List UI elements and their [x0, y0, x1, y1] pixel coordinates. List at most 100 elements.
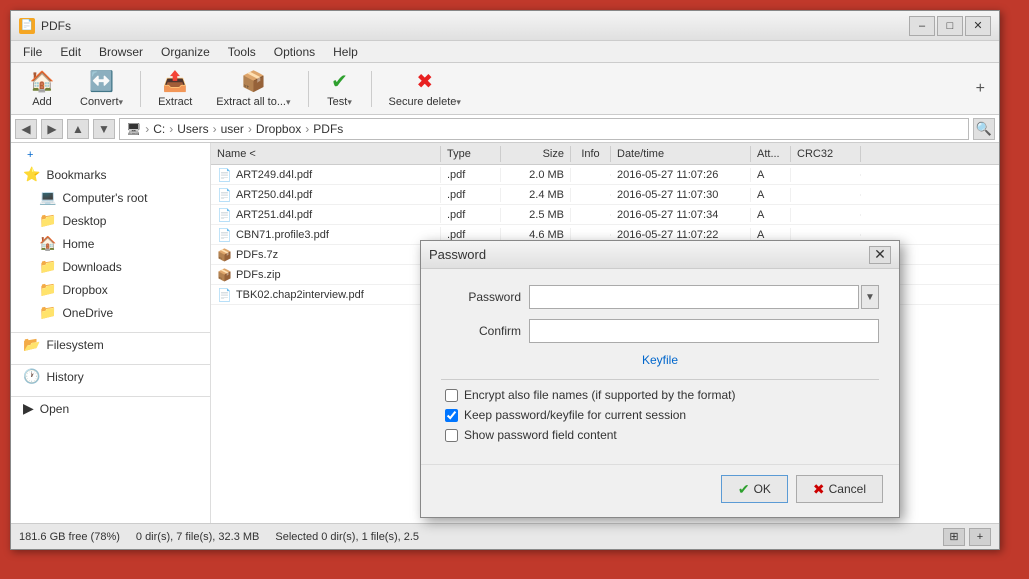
bookmarks-label: Bookmarks	[46, 168, 202, 182]
app-icon: 📄	[19, 18, 35, 34]
toolbar-sep-1	[140, 71, 141, 107]
menu-organize[interactable]: Organize	[153, 43, 218, 61]
password-dropdown-button[interactable]: ▼	[861, 285, 879, 309]
encrypt-names-label[interactable]: Encrypt also file names (if supported by…	[464, 388, 735, 402]
encrypt-names-checkbox[interactable]	[445, 389, 458, 402]
address-path[interactable]: 🖥 › C: › Users › user › Dropbox › PDFs	[119, 118, 969, 140]
convert-icon: ↔️	[89, 69, 114, 94]
dropbox-icon: 📁	[39, 281, 56, 298]
file-cell-size: 2.4 MB	[501, 188, 571, 202]
status-disk: 181.6 GB free (78%)	[19, 531, 120, 543]
extract-all-button[interactable]: 📦 Extract all to... ▾	[205, 67, 301, 111]
toolbar-add-more-button[interactable]: +	[968, 76, 993, 102]
file-type-icon: 📄	[217, 228, 232, 242]
show-password-checkbox[interactable]	[445, 429, 458, 442]
keep-password-checkbox[interactable]	[445, 409, 458, 422]
close-button[interactable]: ✕	[965, 16, 991, 36]
back-button[interactable]: ◀	[15, 119, 37, 139]
menu-browser[interactable]: Browser	[91, 43, 151, 61]
file-cell-datetime: 2016-05-27 11:07:26	[611, 168, 751, 182]
convert-arrow-icon: ▾	[119, 97, 124, 108]
password-input[interactable]	[529, 285, 859, 309]
path-dropbox: Dropbox	[256, 122, 301, 136]
sidebar-item-home[interactable]: 🏠 Home	[11, 232, 210, 255]
path-sep-4: ›	[248, 122, 252, 136]
file-type-icon: 📄	[217, 168, 232, 182]
keyfile-link[interactable]: Keyfile	[642, 353, 678, 367]
file-name: CBN71.profile3.pdf	[236, 229, 329, 241]
menu-options[interactable]: Options	[266, 43, 323, 61]
col-header-crc[interactable]: CRC32	[791, 146, 861, 162]
sidebar-add-button[interactable]: +	[19, 147, 210, 163]
menu-file[interactable]: File	[15, 43, 50, 61]
maximize-button[interactable]: □	[937, 16, 963, 36]
sidebar-item-history[interactable]: 🕐 History	[11, 365, 210, 388]
secure-delete-arrow-icon: ▾	[456, 97, 461, 108]
test-button[interactable]: ✔ Test ▾	[315, 67, 365, 111]
file-cell-att: A	[751, 188, 791, 202]
menu-tools[interactable]: Tools	[220, 43, 264, 61]
sidebar-item-computer-root[interactable]: 💻 Computer's root	[11, 186, 210, 209]
show-password-label[interactable]: Show password field content	[464, 428, 617, 442]
path-users: Users	[177, 122, 208, 136]
sidebar-item-bookmarks[interactable]: ⭐ Bookmarks	[11, 163, 210, 186]
col-header-att[interactable]: Att...	[751, 146, 791, 162]
confirm-input[interactable]	[529, 319, 879, 343]
forward-button[interactable]: ▶	[41, 119, 63, 139]
open-label: Open	[40, 402, 202, 416]
filesystem-label: Filesystem	[46, 338, 202, 352]
onedrive-label: OneDrive	[62, 306, 202, 320]
test-arrow-icon: ▾	[347, 97, 352, 108]
secure-delete-button[interactable]: ✖ Secure delete ▾	[378, 67, 472, 111]
col-header-name[interactable]: Name <	[211, 146, 441, 162]
sidebar-item-desktop[interactable]: 📁 Desktop	[11, 209, 210, 232]
title-buttons: – □ ✕	[909, 16, 991, 36]
test-icon: ✔	[331, 69, 348, 94]
add-button[interactable]: 🏠 Add	[17, 67, 67, 111]
menu-help[interactable]: Help	[325, 43, 366, 61]
file-cell-name: 📄 ART250.d4l.pdf	[211, 187, 441, 203]
secure-delete-label: Secure delete	[389, 96, 457, 108]
col-header-info[interactable]: Info	[571, 146, 611, 162]
file-cell-crc	[791, 214, 861, 216]
col-header-type[interactable]: Type	[441, 146, 501, 162]
status-plus-button[interactable]: +	[969, 528, 991, 546]
ok-button[interactable]: ✔ OK	[721, 475, 788, 503]
convert-button[interactable]: ↔️ Convert ▾	[69, 67, 134, 111]
sidebar-item-dropbox[interactable]: 📁 Dropbox	[11, 278, 210, 301]
table-row[interactable]: 📄 ART250.d4l.pdf .pdf 2.4 MB 2016-05-27 …	[211, 185, 999, 205]
keep-password-label[interactable]: Keep password/keyfile for current sessio…	[464, 408, 686, 422]
sidebar-item-filesystem[interactable]: 📂 Filesystem	[11, 333, 210, 356]
col-header-datetime[interactable]: Date/time	[611, 146, 751, 162]
file-cell-name: 📦 PDFs.zip	[211, 267, 441, 283]
keyfile-link-row: Keyfile	[441, 353, 879, 367]
table-row[interactable]: 📄 ART249.d4l.pdf .pdf 2.0 MB 2016-05-27 …	[211, 165, 999, 185]
table-row[interactable]: 📄 ART251.d4l.pdf .pdf 2.5 MB 2016-05-27 …	[211, 205, 999, 225]
file-cell-crc	[791, 174, 861, 176]
confirm-label: Confirm	[441, 324, 521, 338]
file-cell-name: 📦 PDFs.7z	[211, 247, 441, 263]
path-dropdown-button[interactable]: ▼	[93, 119, 115, 139]
cancel-button[interactable]: ✖ Cancel	[796, 475, 883, 503]
up-button[interactable]: ▲	[67, 119, 89, 139]
file-cell-type: .pdf	[441, 168, 501, 182]
password-label: Password	[441, 290, 521, 304]
history-label: History	[46, 370, 202, 384]
filesystem-icon: 📂	[23, 336, 40, 353]
file-cell-type: .pdf	[441, 188, 501, 202]
test-label: Test	[327, 96, 347, 108]
menu-edit[interactable]: Edit	[52, 43, 89, 61]
file-name: PDFs.zip	[236, 269, 281, 281]
dialog-close-button[interactable]: ✕	[869, 246, 891, 264]
file-cell-att: A	[751, 208, 791, 222]
minimize-button[interactable]: –	[909, 16, 935, 36]
search-button[interactable]: 🔍	[973, 118, 995, 140]
bookmarks-icon: ⭐	[23, 166, 40, 183]
sidebar-item-onedrive[interactable]: 📁 OneDrive	[11, 301, 210, 324]
status-view-button[interactable]: ⊞	[943, 528, 965, 546]
desktop-icon: 📁	[39, 212, 56, 229]
sidebar-item-open[interactable]: ▶ Open	[11, 397, 210, 420]
sidebar-item-downloads[interactable]: 📁 Downloads	[11, 255, 210, 278]
col-header-size[interactable]: Size	[501, 146, 571, 162]
extract-button[interactable]: 📤 Extract	[147, 67, 203, 111]
